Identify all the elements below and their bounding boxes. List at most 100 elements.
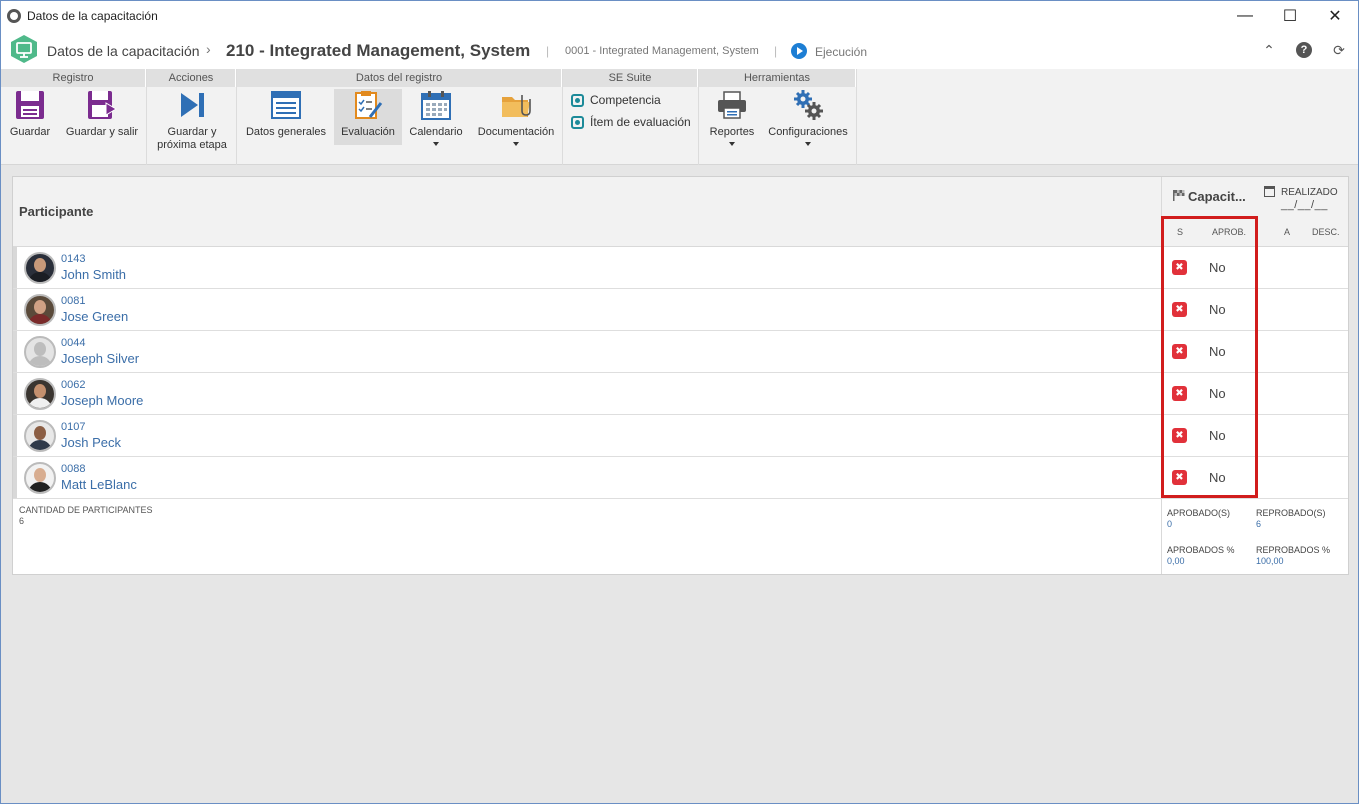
reports-button[interactable]: Reportes bbox=[705, 89, 759, 146]
column-header-participante[interactable]: Participante bbox=[19, 204, 93, 219]
breadcrumb-separator: › bbox=[206, 41, 211, 57]
subheader-desc: DESC. bbox=[1312, 227, 1340, 237]
ribbon-group-herramientas: Herramientas Reportes Configuraciones bbox=[699, 69, 857, 165]
failed-x-icon[interactable]: ✖ bbox=[1172, 344, 1187, 359]
documentation-label: Documentación bbox=[477, 126, 555, 138]
title-bar: Datos de la capacitación — ☐ ✕ bbox=[1, 1, 1358, 31]
folder-clip-icon bbox=[500, 89, 532, 121]
calendar-button[interactable]: Calendario bbox=[405, 89, 467, 146]
group-title: Acciones bbox=[147, 69, 236, 87]
save-next-stage-button[interactable]: Guardar y próxima etapa bbox=[151, 89, 233, 152]
row-marker bbox=[13, 289, 17, 330]
record-title: 210 - Integrated Management, System bbox=[226, 41, 531, 60]
failed-count-label: REPROBADO(S) bbox=[1256, 508, 1326, 518]
header-divider: | bbox=[546, 44, 550, 58]
avatar bbox=[24, 294, 56, 326]
participant-name[interactable]: Jose Green bbox=[61, 309, 128, 324]
participant-name[interactable]: Matt LeBlanc bbox=[61, 477, 137, 492]
calendar-label: Calendario bbox=[409, 126, 463, 138]
table-row[interactable]: 0107 Josh Peck ✖ No bbox=[13, 415, 1348, 457]
app-window: Datos de la capacitación — ☐ ✕ Datos de … bbox=[0, 0, 1359, 804]
column-header-capacitacion[interactable]: Capacit... bbox=[1188, 189, 1246, 204]
ribbon-toolbar: Registro Guardar Guardar y salir Accione… bbox=[1, 69, 1358, 165]
evaluation-button[interactable]: Evaluación bbox=[334, 89, 402, 145]
group-title: SE Suite bbox=[563, 69, 698, 87]
row-marker bbox=[13, 373, 17, 414]
chevron-down-icon bbox=[729, 142, 735, 146]
table-row[interactable]: 0081 Jose Green ✖ No bbox=[13, 289, 1348, 331]
avatar bbox=[24, 252, 56, 284]
aprob-value: No bbox=[1209, 260, 1226, 275]
close-button[interactable]: ✕ bbox=[1312, 1, 1358, 31]
ribbon-group-datos-registro: Datos del registro Datos generales Evalu… bbox=[237, 69, 563, 165]
table-row[interactable]: 0143 John Smith ✖ No bbox=[13, 247, 1348, 289]
participant-id: 0088 bbox=[61, 463, 86, 475]
participant-id: 0044 bbox=[61, 337, 86, 349]
save-exit-icon bbox=[86, 89, 118, 121]
failed-x-icon[interactable]: ✖ bbox=[1172, 302, 1187, 317]
app-icon bbox=[7, 9, 21, 23]
failed-x-icon[interactable]: ✖ bbox=[1172, 386, 1187, 401]
save-button[interactable]: Guardar bbox=[5, 89, 55, 139]
ribbon-group-registro: Registro Guardar Guardar y salir bbox=[1, 69, 147, 165]
row-marker bbox=[13, 331, 17, 372]
aprob-value: No bbox=[1209, 302, 1226, 317]
maximize-button[interactable]: ☐ bbox=[1267, 1, 1313, 31]
approved-percent-value: 0,00 bbox=[1167, 556, 1185, 566]
settings-button[interactable]: Configuraciones bbox=[765, 89, 851, 146]
save-and-exit-label: Guardar y salir bbox=[65, 126, 139, 138]
subheader-s: S bbox=[1177, 227, 1184, 237]
participant-id: 0081 bbox=[61, 295, 86, 307]
next-stage-icon bbox=[176, 89, 208, 121]
item-evaluacion-link[interactable]: Ítem de evaluación bbox=[571, 115, 691, 129]
save-and-exit-button[interactable]: Guardar y salir bbox=[61, 89, 143, 139]
participant-id: 0062 bbox=[61, 379, 86, 391]
participant-name[interactable]: John Smith bbox=[61, 267, 126, 282]
help-icon[interactable]: ? bbox=[1296, 42, 1312, 58]
failed-x-icon[interactable]: ✖ bbox=[1172, 260, 1187, 275]
grid-header: Participante Capacit... REALIZADO __/__/… bbox=[13, 177, 1348, 247]
settings-label: Configuraciones bbox=[768, 126, 848, 138]
participant-id: 0107 bbox=[61, 421, 86, 433]
failed-x-icon[interactable]: ✖ bbox=[1172, 470, 1187, 485]
ribbon-group-acciones: Acciones Guardar y próxima etapa bbox=[147, 69, 237, 165]
competencia-link[interactable]: Competencia bbox=[571, 93, 661, 107]
evaluation-item-icon bbox=[571, 115, 584, 129]
table-row[interactable]: 0062 Joseph Moore ✖ No bbox=[13, 373, 1348, 415]
save-label: Guardar bbox=[9, 126, 51, 138]
aprob-value: No bbox=[1209, 386, 1226, 401]
column-header-realizado: REALIZADO bbox=[1281, 187, 1338, 198]
avatar bbox=[24, 462, 56, 494]
participants-panel: Participante Capacit... REALIZADO __/__/… bbox=[12, 176, 1349, 575]
participant-name[interactable]: Josh Peck bbox=[61, 435, 121, 450]
minimize-button[interactable]: — bbox=[1222, 1, 1268, 31]
competencia-label: Competencia bbox=[590, 93, 661, 107]
avatar bbox=[24, 336, 56, 368]
approved-percent-label: APROBADOS % bbox=[1167, 545, 1235, 555]
participant-count-value: 6 bbox=[19, 516, 25, 526]
row-marker bbox=[13, 457, 17, 498]
header-bar: Datos de la capacitación › 210 - Integra… bbox=[1, 31, 1358, 69]
play-icon bbox=[791, 43, 807, 59]
group-title: Herramientas bbox=[699, 69, 856, 87]
failed-x-icon[interactable]: ✖ bbox=[1172, 428, 1187, 443]
table-row[interactable]: 0044 Joseph Silver ✖ No bbox=[13, 331, 1348, 373]
aprob-value: No bbox=[1209, 344, 1226, 359]
chevron-down-icon bbox=[805, 142, 811, 146]
evaluation-icon bbox=[352, 89, 384, 121]
general-data-icon bbox=[270, 89, 302, 121]
breadcrumb-root[interactable]: Datos de la capacitación bbox=[47, 43, 200, 59]
calendar-icon bbox=[420, 89, 452, 121]
aprob-value: No bbox=[1209, 470, 1226, 485]
collapse-icon[interactable]: ⌃ bbox=[1260, 41, 1278, 59]
general-data-button[interactable]: Datos generales bbox=[243, 89, 329, 139]
participant-name[interactable]: Joseph Moore bbox=[61, 393, 143, 408]
participant-name[interactable]: Joseph Silver bbox=[61, 351, 139, 366]
failed-percent-label: REPROBADOS % bbox=[1256, 545, 1331, 555]
realizado-date: __/__/__ bbox=[1281, 199, 1328, 211]
table-row[interactable]: 0088 Matt LeBlanc ✖ No bbox=[13, 457, 1348, 499]
refresh-icon[interactable]: ⟳ bbox=[1330, 41, 1348, 59]
failed-percent-value: 100,00 bbox=[1256, 556, 1284, 566]
documentation-button[interactable]: Documentación bbox=[473, 89, 559, 146]
subheader-aprob: APROB. bbox=[1212, 227, 1247, 237]
